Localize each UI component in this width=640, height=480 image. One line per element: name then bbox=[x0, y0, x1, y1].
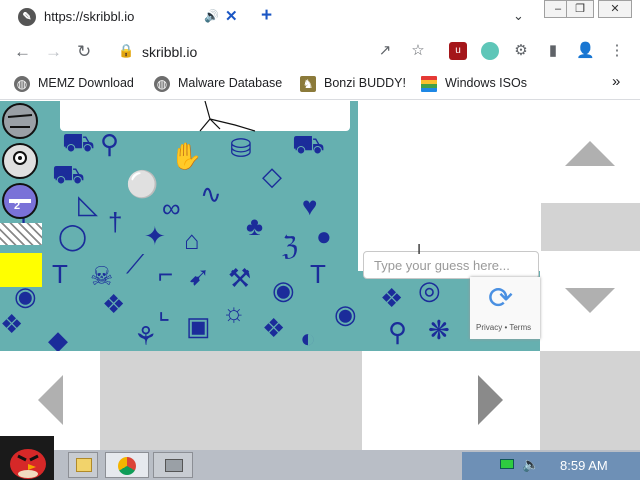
scroll-up-arrow-icon[interactable] bbox=[565, 141, 615, 166]
speaker-icon[interactable]: 🔊 bbox=[204, 9, 219, 23]
recaptcha-icon: ⟳ bbox=[488, 282, 514, 315]
chrome-icon[interactable] bbox=[105, 452, 149, 478]
bookmarks-overflow-icon[interactable]: » bbox=[612, 73, 620, 90]
feather-icon: ✎ bbox=[18, 8, 36, 26]
forward-icon[interactable]: → bbox=[45, 42, 62, 62]
reload-icon[interactable]: ↻ bbox=[77, 42, 91, 62]
player-rank: 2 bbox=[14, 200, 21, 212]
bonzi-icon: ♞ bbox=[300, 76, 316, 92]
taskbar-clock[interactable]: 8:59 AM bbox=[560, 458, 608, 473]
recaptcha-badge[interactable]: ⟳ Privacy • Terms bbox=[470, 277, 540, 339]
globe-icon: ◍ bbox=[154, 76, 170, 92]
profile-icon[interactable]: 👤 bbox=[576, 42, 595, 60]
doodle-background: ⛟ ⚲ ✋ ⛁ ⛟ ⛟ ⚪ ∞ ∿ ◇ ♥ ◺ ⚲ † ✦ ⌂ ♣ ℨ ● ◯ … bbox=[0, 101, 358, 351]
text-cursor-icon: I bbox=[417, 241, 422, 258]
recaptcha-privacy-link[interactable]: Privacy bbox=[476, 323, 502, 332]
bookmark-malware-database[interactable]: Malware Database bbox=[178, 76, 282, 90]
side-panel bbox=[541, 203, 640, 251]
page-content: ⛟ ⚲ ✋ ⛁ ⛟ ⛟ ⚪ ∞ ∿ ◇ ♥ ◺ ⚲ † ✦ ⌂ ♣ ℨ ● ◯ … bbox=[0, 101, 640, 450]
recaptcha-terms-link[interactable]: Terms bbox=[509, 323, 531, 332]
tab-title[interactable]: https://skribbl.io bbox=[44, 9, 134, 24]
system-tray bbox=[462, 452, 640, 480]
player-avatar[interactable] bbox=[0, 101, 40, 141]
bookmark-memz[interactable]: MEMZ Download bbox=[38, 76, 134, 90]
side-panel-icon[interactable]: ▮ bbox=[544, 42, 562, 60]
player-avatar[interactable] bbox=[0, 141, 40, 181]
lock-icon[interactable]: 🔒 bbox=[118, 43, 134, 59]
sketch-stroke bbox=[199, 101, 256, 132]
folder-icon[interactable] bbox=[68, 452, 98, 478]
recaptcha-separator: • bbox=[504, 323, 508, 332]
bottom-panel bbox=[100, 351, 362, 450]
back-icon[interactable]: ← bbox=[14, 42, 31, 62]
close-window-button[interactable]: ✕ bbox=[598, 0, 632, 18]
extension-round-icon[interactable] bbox=[481, 42, 499, 60]
tab-close-icon[interactable]: ✕ bbox=[225, 7, 238, 25]
globe-icon: ◍ bbox=[14, 76, 30, 92]
side-panel-bottom bbox=[540, 351, 640, 450]
next-arrow-icon[interactable] bbox=[478, 375, 503, 425]
bookmark-bonzi-buddy[interactable]: Bonzi BUDDY! bbox=[324, 76, 406, 90]
address-bar[interactable]: skribbl.io bbox=[142, 44, 197, 60]
chevron-down-icon[interactable]: ⌄ bbox=[513, 8, 524, 24]
bookmark-windows-isos[interactable]: Windows ISOs bbox=[445, 76, 527, 90]
extensions-icon[interactable]: ⚙ bbox=[512, 42, 530, 60]
previous-arrow-icon[interactable] bbox=[38, 375, 63, 425]
scroll-down-arrow-icon[interactable] bbox=[565, 288, 615, 313]
guess-input[interactable] bbox=[363, 251, 539, 279]
recaptcha-links: Privacy • Terms bbox=[476, 323, 531, 332]
printer-icon[interactable] bbox=[153, 452, 193, 478]
windows-icon bbox=[421, 76, 437, 92]
volume-icon[interactable]: 🔈 bbox=[522, 456, 539, 473]
new-tab-icon[interactable]: + bbox=[261, 5, 272, 27]
restore-button[interactable]: ❐ bbox=[566, 0, 594, 18]
ublock-icon[interactable]: u bbox=[449, 42, 467, 60]
angry-bird-icon[interactable] bbox=[0, 436, 54, 480]
menu-icon[interactable]: ⋮ bbox=[608, 42, 626, 60]
player-highlight bbox=[0, 253, 42, 287]
player-pattern bbox=[0, 223, 42, 245]
share-icon[interactable]: ↗ bbox=[376, 42, 394, 60]
battery-icon[interactable] bbox=[500, 459, 514, 469]
star-icon[interactable]: ☆ bbox=[409, 42, 427, 60]
